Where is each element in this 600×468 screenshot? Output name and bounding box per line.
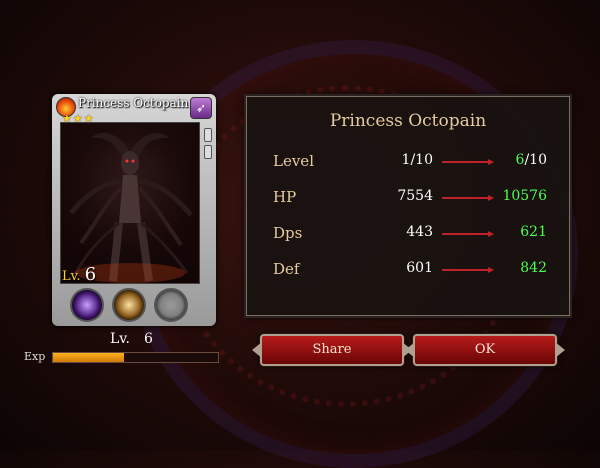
increase-arrow-icon: [442, 195, 494, 201]
card-level: Lv. 6: [62, 264, 96, 285]
stats-panel: Princess Octopain Level 1/10 6/10 HP 755…: [246, 96, 570, 316]
stat-new-value: 6/10: [516, 152, 547, 168]
exp-progress-fill: [53, 353, 124, 362]
stat-label: Level: [273, 152, 314, 170]
stat-label: HP: [273, 188, 297, 206]
skill-slot-1-icon[interactable]: [70, 288, 104, 322]
stat-new-value: 842: [520, 260, 547, 276]
card-level-prefix: Lv.: [62, 269, 81, 284]
hero-level-display: Lv. 6: [110, 331, 153, 347]
stat-new-value: 10576: [502, 188, 547, 204]
stat-row-level: Level 1/10 6/10: [247, 152, 569, 176]
increase-arrow-icon: [442, 231, 494, 237]
card-name: Princess Octopain: [78, 96, 189, 110]
stat-old-value: 601: [406, 260, 433, 276]
hero-level-label: Lv.: [110, 331, 130, 347]
card-level-value: 6: [84, 264, 97, 285]
stat-new-suffix: /10: [524, 152, 547, 168]
hero-card[interactable]: Princess Octopain ➶ ★★★ Lv. 6: [52, 94, 216, 326]
stat-row-hp: HP 7554 10576: [247, 188, 569, 212]
ok-button[interactable]: OK: [405, 334, 565, 366]
skill-slot-2-icon[interactable]: [112, 288, 146, 322]
bow-class-icon: ➶: [190, 97, 212, 119]
stat-row-dps: Dps 443 621: [247, 224, 569, 248]
stat-label: Dps: [273, 224, 303, 242]
stat-old-value: 443: [406, 224, 433, 240]
exp-progress-bar: [52, 352, 219, 363]
indicator-pip: [204, 128, 212, 142]
stat-old-value: 1/10: [401, 152, 433, 168]
hero-level-value: 6: [144, 331, 153, 347]
exp-label: Exp: [24, 350, 46, 363]
hero-portrait: [60, 122, 200, 284]
stat-row-def: Def 601 842: [247, 260, 569, 284]
panel-title: Princess Octopain: [329, 111, 487, 131]
indicator-pip: [204, 145, 212, 159]
stat-old-value: 7554: [397, 188, 433, 204]
stat-new-value: 621: [520, 224, 547, 240]
increase-arrow-icon: [442, 159, 494, 165]
share-button[interactable]: Share: [252, 334, 412, 366]
increase-arrow-icon: [442, 267, 494, 273]
card-side-indicators: [204, 128, 212, 162]
skill-slots: [70, 288, 188, 322]
skill-slot-3-empty-icon: [154, 288, 188, 322]
stat-label: Def: [273, 260, 300, 278]
